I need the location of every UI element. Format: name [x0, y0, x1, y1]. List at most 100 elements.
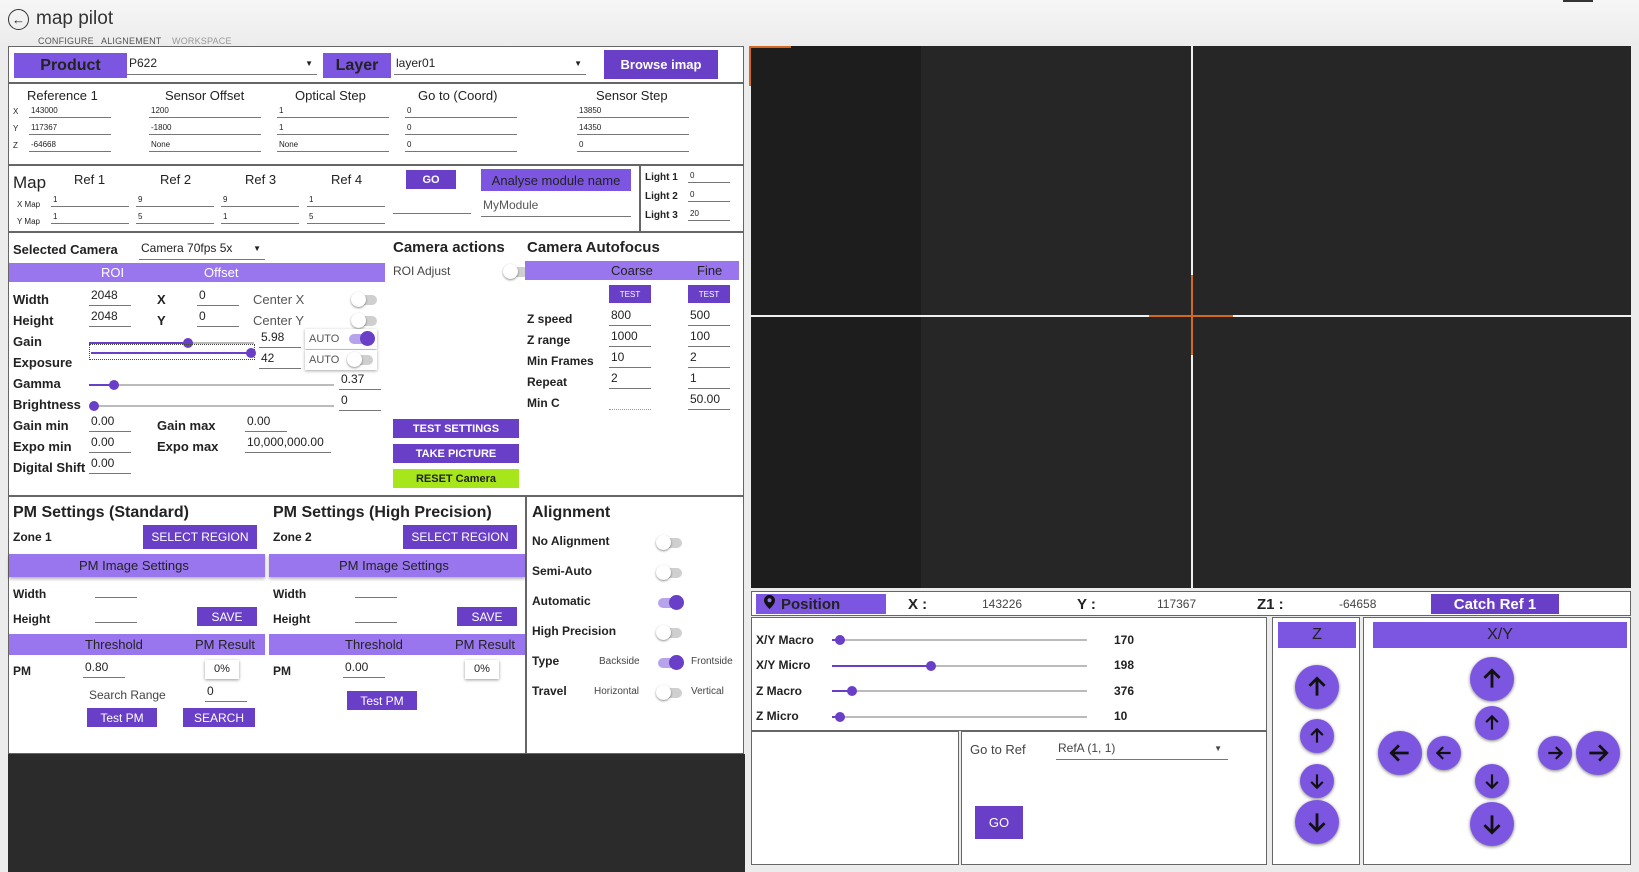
z-range-fine-input[interactable]: 100 [688, 330, 730, 347]
pm-hp-pm-input[interactable]: 0.00 [343, 661, 385, 678]
optical-step-x-input[interactable]: 1 [277, 104, 389, 118]
optical-step-y-input[interactable]: 1 [277, 121, 389, 135]
width-input[interactable]: 2048 [89, 289, 131, 306]
pm-std-pm-input[interactable]: 0.80 [83, 661, 125, 678]
offset-tab[interactable]: Offset [204, 265, 238, 280]
xy-macro-slider[interactable] [832, 635, 1087, 645]
gain-auto-toggle[interactable] [349, 331, 375, 346]
repeat-coarse-input[interactable]: 2 [609, 372, 651, 389]
product-select[interactable]: P622 ▼ [127, 57, 317, 75]
high-precision-toggle[interactable] [656, 625, 682, 640]
y-input[interactable]: 0 [197, 310, 239, 327]
browse-imap-button[interactable]: Browse imap [604, 50, 718, 79]
camera-view[interactable] [751, 46, 1631, 588]
module-name-input[interactable]: MyModule [481, 199, 631, 217]
y-down-macro-icon[interactable] [1470, 802, 1514, 846]
goto-ref-go-button[interactable]: GO [975, 806, 1023, 839]
height-input[interactable]: 2048 [89, 310, 131, 327]
travel-toggle[interactable] [656, 685, 682, 700]
pm-std-image-settings-bar[interactable]: PM Image Settings [9, 554, 265, 577]
sensor-offset-y-input[interactable]: -1800 [149, 121, 261, 135]
gamma-input[interactable]: 0.37 [339, 373, 381, 390]
z-up-micro-icon[interactable] [1300, 719, 1334, 753]
x-input[interactable]: 0 [197, 289, 239, 306]
roi-tab[interactable]: ROI [101, 265, 124, 280]
gain-max-input[interactable]: 0.00 [245, 415, 287, 432]
light1-input[interactable]: 0 [688, 169, 730, 183]
map-extra-input[interactable] [393, 200, 471, 214]
xmap-ref2-input[interactable]: 9 [136, 193, 214, 207]
pm-hp-width-input[interactable] [355, 584, 397, 598]
x-left-micro-icon[interactable] [1427, 736, 1461, 770]
z-range-coarse-input[interactable]: 1000 [609, 330, 651, 347]
sensor-step-y-input[interactable]: 14350 [577, 121, 689, 135]
sensor-step-z-input[interactable]: 0 [577, 138, 689, 152]
pm-hp-select-region-button[interactable]: SELECT REGION [403, 525, 517, 549]
type-toggle[interactable] [658, 655, 684, 670]
optical-step-z-input[interactable]: None [277, 138, 389, 152]
pm-hp-height-input[interactable] [355, 609, 397, 623]
pm-std-height-input[interactable] [95, 609, 137, 623]
brightness-input[interactable]: 0 [339, 394, 381, 411]
fine-test-button[interactable]: TEST [688, 285, 730, 303]
z-speed-fine-input[interactable]: 500 [688, 309, 730, 326]
exposure-auto-toggle[interactable] [347, 352, 373, 367]
pm-hp-test-pm-button[interactable]: Test PM [347, 691, 417, 710]
y-down-micro-icon[interactable] [1475, 764, 1509, 798]
center-y-toggle[interactable] [351, 313, 377, 328]
z-speed-coarse-input[interactable]: 800 [609, 309, 651, 326]
nav-tab-workspace[interactable]: WORKSPACE [172, 36, 232, 46]
digital-shift-input[interactable]: 0.00 [89, 457, 131, 474]
reset-camera-button[interactable]: RESET Camera [393, 469, 519, 488]
ymap-ref2-input[interactable]: 5 [136, 210, 214, 224]
gain-input[interactable]: 5.98 [259, 331, 301, 348]
z-up-macro-icon[interactable] [1295, 665, 1339, 709]
x-left-macro-icon[interactable] [1378, 731, 1422, 775]
sensor-offset-x-input[interactable]: 1200 [149, 104, 261, 118]
goto-ref-select[interactable]: RefA (1, 1) ▼ [1056, 742, 1228, 760]
automatic-toggle[interactable] [658, 595, 684, 610]
xy-micro-slider[interactable] [832, 661, 1087, 671]
map-go-button[interactable]: GO [406, 170, 456, 189]
min-c-coarse-input[interactable] [609, 393, 651, 410]
y-up-macro-icon[interactable] [1470, 657, 1514, 701]
analyse-module-name-button[interactable]: Analyse module name [481, 169, 631, 191]
x-right-macro-icon[interactable] [1576, 731, 1620, 775]
ymap-ref4-input[interactable]: 5 [307, 210, 385, 224]
center-x-toggle[interactable] [351, 292, 377, 307]
test-settings-button[interactable]: TEST SETTINGS [393, 419, 519, 438]
z-down-macro-icon[interactable] [1295, 800, 1339, 844]
exposure-slider[interactable] [91, 348, 256, 358]
take-picture-button[interactable]: TAKE PICTURE [393, 444, 519, 463]
camera-select[interactable]: Camera 70fps 5x ▼ [139, 242, 265, 260]
pm-hp-save-button[interactable]: SAVE [457, 607, 517, 626]
sensor-step-x-input[interactable]: 13850 [577, 104, 689, 118]
search-range-input[interactable]: 0 [205, 685, 247, 702]
expo-max-input[interactable]: 10,000,000.00 [245, 436, 331, 453]
nav-tab-alignement[interactable]: ALIGNEMENT [101, 36, 162, 46]
x-right-micro-icon[interactable] [1538, 736, 1572, 770]
sensor-offset-z-input[interactable]: None [149, 138, 261, 152]
no-alignment-toggle[interactable] [656, 535, 682, 550]
pm-std-select-region-button[interactable]: SELECT REGION [143, 525, 257, 549]
coarse-test-button[interactable]: TEST [609, 285, 651, 303]
pm-std-save-button[interactable]: SAVE [197, 607, 257, 626]
goto-z-input[interactable]: 0 [405, 138, 517, 152]
gamma-slider[interactable] [89, 380, 334, 390]
light2-input[interactable]: 0 [688, 188, 730, 202]
min-frames-fine-input[interactable]: 2 [688, 351, 730, 368]
back-arrow-icon[interactable]: ← [8, 9, 29, 30]
expo-min-input[interactable]: 0.00 [89, 436, 131, 453]
ymap-ref3-input[interactable]: 1 [221, 210, 299, 224]
light3-input[interactable]: 20 [688, 207, 730, 221]
layer-select[interactable]: layer01 ▼ [394, 57, 586, 75]
goto-x-input[interactable]: 0 [405, 104, 517, 118]
ref1-y-input[interactable]: 117367 [29, 121, 111, 135]
pm-std-test-pm-button[interactable]: Test PM [87, 708, 157, 727]
semi-auto-toggle[interactable] [656, 565, 682, 580]
xmap-ref3-input[interactable]: 9 [221, 193, 299, 207]
catch-ref1-button[interactable]: Catch Ref 1 [1431, 594, 1559, 614]
min-frames-coarse-input[interactable]: 10 [609, 351, 651, 368]
brightness-slider[interactable] [89, 401, 334, 411]
pm-std-width-input[interactable] [95, 584, 137, 598]
